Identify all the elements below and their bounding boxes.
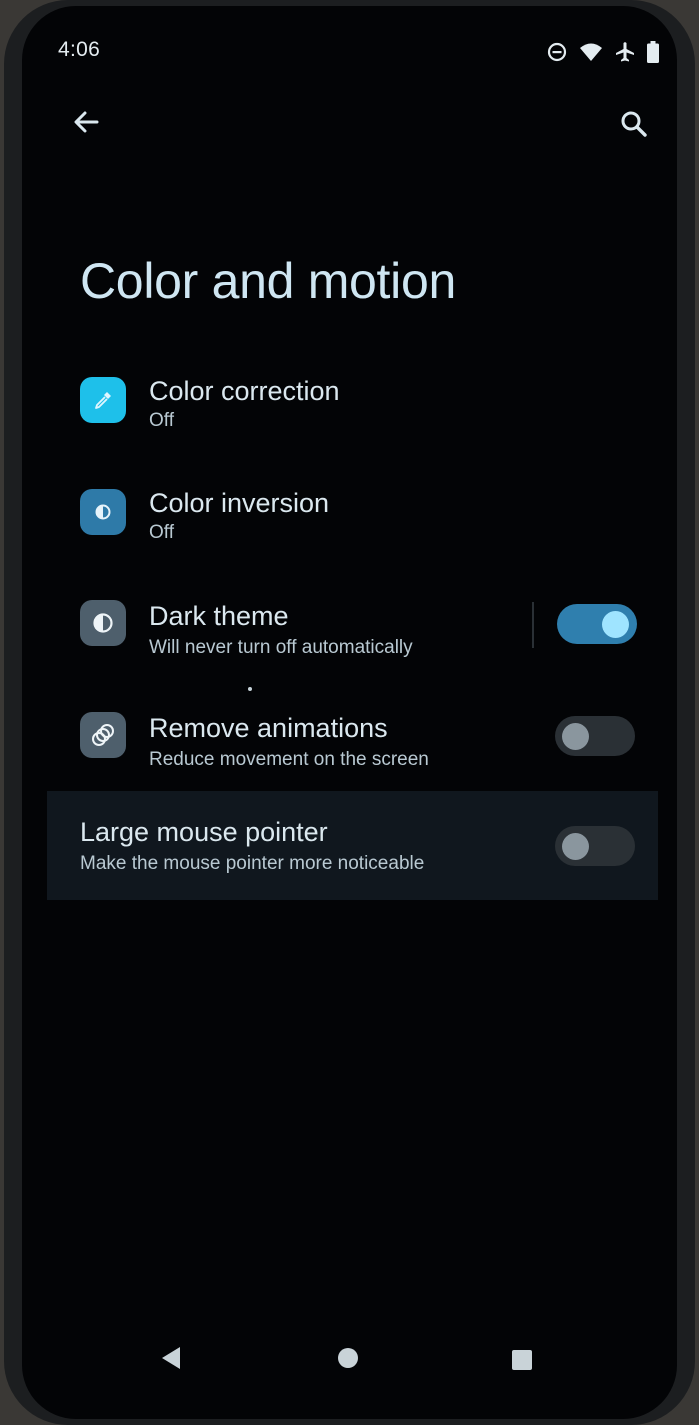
- page-title: Color and motion: [80, 253, 456, 309]
- setting-title: Color inversion: [149, 488, 330, 518]
- search-icon: [621, 111, 647, 137]
- eyedropper-icon: [95, 392, 111, 409]
- setting-subtitle: Will never turn off automatically: [149, 637, 413, 658]
- arrow-left-icon: [74, 111, 99, 133]
- nav-home-icon[interactable]: [338, 1348, 358, 1368]
- setting-title: Remove animations: [149, 713, 388, 743]
- do-not-disturb-icon: [547, 42, 567, 62]
- dark-theme-toggle[interactable]: [557, 604, 637, 644]
- contrast-icon: [93, 613, 113, 633]
- animation-icon: [92, 724, 114, 746]
- screen: 4:06 Color and motion Color correction O…: [22, 6, 677, 1419]
- toggle-knob: [562, 723, 589, 750]
- back-button[interactable]: [66, 102, 106, 142]
- setting-title: Dark theme: [149, 601, 289, 631]
- dark-theme-icon-badge: [80, 600, 126, 646]
- navigation-bar: [22, 1342, 677, 1382]
- toggle-divider: [532, 602, 534, 648]
- battery-icon: [647, 41, 659, 63]
- wifi-icon: [579, 42, 603, 62]
- device-frame: 4:06 Color and motion Color correction O…: [4, 0, 695, 1425]
- setting-color-inversion[interactable]: Color inversion Off: [22, 478, 677, 578]
- toggle-knob: [602, 611, 629, 638]
- color-correction-icon-badge: [80, 377, 126, 423]
- setting-subtitle: Off: [149, 410, 174, 431]
- setting-large-mouse-pointer[interactable]: Large mouse pointer Make the mouse point…: [47, 791, 658, 900]
- remove-animations-toggle[interactable]: [555, 716, 635, 756]
- toggle-knob: [562, 833, 589, 860]
- setting-subtitle: Make the mouse pointer more noticeable: [80, 853, 425, 874]
- setting-color-correction[interactable]: Color correction Off: [22, 366, 677, 466]
- status-icons: [547, 38, 659, 66]
- airplane-icon: [615, 41, 635, 63]
- search-button[interactable]: [614, 104, 654, 144]
- setting-subtitle: Off: [149, 522, 174, 543]
- large-mouse-pointer-toggle[interactable]: [555, 826, 635, 866]
- remove-animations-icon-badge: [80, 712, 126, 758]
- setting-title: Color correction: [149, 376, 340, 406]
- setting-subtitle: Reduce movement on the screen: [149, 749, 429, 770]
- color-inversion-icon-badge: [80, 489, 126, 535]
- status-time: 4:06: [58, 38, 101, 61]
- setting-title: Large mouse pointer: [80, 817, 328, 847]
- screen-speck: [248, 687, 252, 691]
- nav-back-icon[interactable]: [160, 1346, 182, 1375]
- invert-colors-icon: [95, 504, 111, 520]
- nav-recents-icon[interactable]: [512, 1350, 532, 1370]
